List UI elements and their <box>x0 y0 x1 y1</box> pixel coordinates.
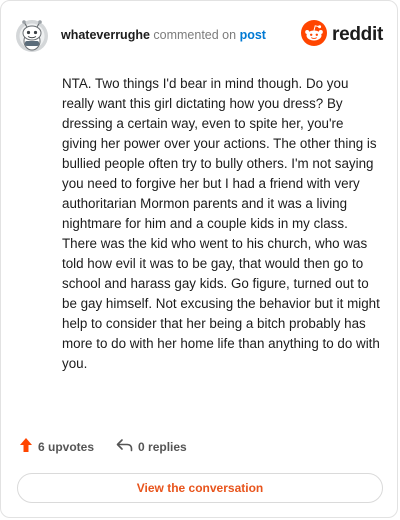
replies-count: 0 replies <box>138 439 187 454</box>
reddit-brand[interactable]: reddit <box>301 19 383 51</box>
comment-meta: whateverrughe commented on post <box>61 28 266 42</box>
comment-body: NTA. Two things I'd bear in mind though.… <box>62 76 380 371</box>
reddit-wordmark: reddit <box>332 24 383 45</box>
comment-stats: 6 upvotes 0 replies <box>19 437 187 456</box>
upvotes-stat: 6 upvotes <box>19 437 94 456</box>
upvotes-count: 6 upvotes <box>38 439 95 454</box>
reply-arrow-icon <box>116 438 138 455</box>
reddit-logo-icon <box>301 19 328 51</box>
username-link[interactable]: whateverrughe <box>61 28 150 42</box>
replies-stat: 0 replies <box>116 438 187 455</box>
post-link[interactable]: post <box>240 28 266 42</box>
snoo-avatar-icon[interactable] <box>15 19 49 53</box>
view-conversation-button[interactable]: View the conversation <box>17 473 383 503</box>
commented-on-label: commented on <box>153 28 237 42</box>
comment-card: whateverrughe commented on post reddit N… <box>0 0 398 518</box>
upvote-arrow-icon <box>19 437 38 456</box>
comment-header: whateverrughe commented on post reddit <box>15 17 383 57</box>
